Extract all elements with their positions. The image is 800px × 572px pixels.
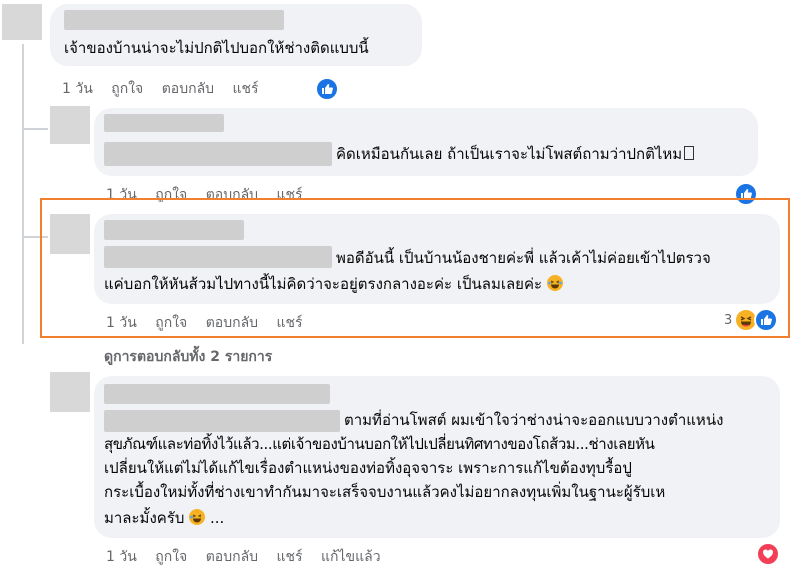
comment-text-line: สุขภัณฑ์และท่อทิ้งไว้แล้ว...แต่เจ้าของบ้… xyxy=(104,435,655,453)
share-link[interactable]: แชร์ xyxy=(233,81,259,97)
mention-redacted[interactable] xyxy=(104,142,332,166)
edited-label[interactable]: แก้ไขแล้ว xyxy=(321,549,381,565)
reply-link[interactable]: ตอบกลับ xyxy=(206,549,258,565)
tofu-glyph xyxy=(684,146,695,160)
author-name-redacted[interactable] xyxy=(104,114,224,132)
comment-time[interactable]: 1 วัน xyxy=(62,81,93,97)
view-replies-link[interactable]: ดูการตอบกลับทั้ง 2 รายการ xyxy=(104,346,272,368)
comment-text-line: เปลี่ยนให้แต่ไม่ได้แก้ไขเรื่องตำแหน่งของ… xyxy=(104,459,632,477)
comment-text-line: กระเบื้องใหม่ทั้งที่ช่างเขาทำกันมาจะเสร็… xyxy=(104,483,666,501)
comment-text-line: ตามที่อ่านโพสต์ ผมเข้าใจว่าช่างน่าจะออกแ… xyxy=(344,411,724,429)
author-name-redacted[interactable] xyxy=(64,10,284,30)
avatar[interactable] xyxy=(2,4,42,40)
comment-text: เจ้าของบ้านน่าจะไม่ปกติไปบอกให้ช่างติดแบ… xyxy=(64,39,369,57)
thread-line xyxy=(22,44,24,344)
avatar[interactable] xyxy=(50,106,90,144)
like-link[interactable]: ถูกใจ xyxy=(111,81,143,97)
like-link[interactable]: ถูกใจ xyxy=(155,549,187,565)
author-name-redacted[interactable] xyxy=(104,384,330,404)
reply-link[interactable]: ตอบกลับ xyxy=(162,81,214,97)
comment-actions: 1 วัน ถูกใจ ตอบกลับ แชร์ แก้ไขแล้ว xyxy=(106,546,395,568)
grinning-emoji-icon xyxy=(189,509,206,525)
highlight-box xyxy=(40,198,790,338)
comment-text-line: มาละมั้งครับ ... xyxy=(104,509,225,527)
avatar[interactable] xyxy=(50,372,90,412)
comment-actions: 1 วัน ถูกใจ ตอบกลับ แชร์ xyxy=(62,78,273,100)
mention-redacted[interactable] xyxy=(104,410,340,432)
like-reaction-icon[interactable] xyxy=(315,77,339,101)
comment-text: คิดเหมือนกันเลย ถ้าเป็นเราจะไม่โพสต์ถามว… xyxy=(336,142,695,166)
love-reaction-icon[interactable] xyxy=(756,542,780,566)
share-link[interactable]: แชร์ xyxy=(277,549,303,565)
thread-line xyxy=(22,128,48,130)
comment-time[interactable]: 1 วัน xyxy=(106,549,137,565)
